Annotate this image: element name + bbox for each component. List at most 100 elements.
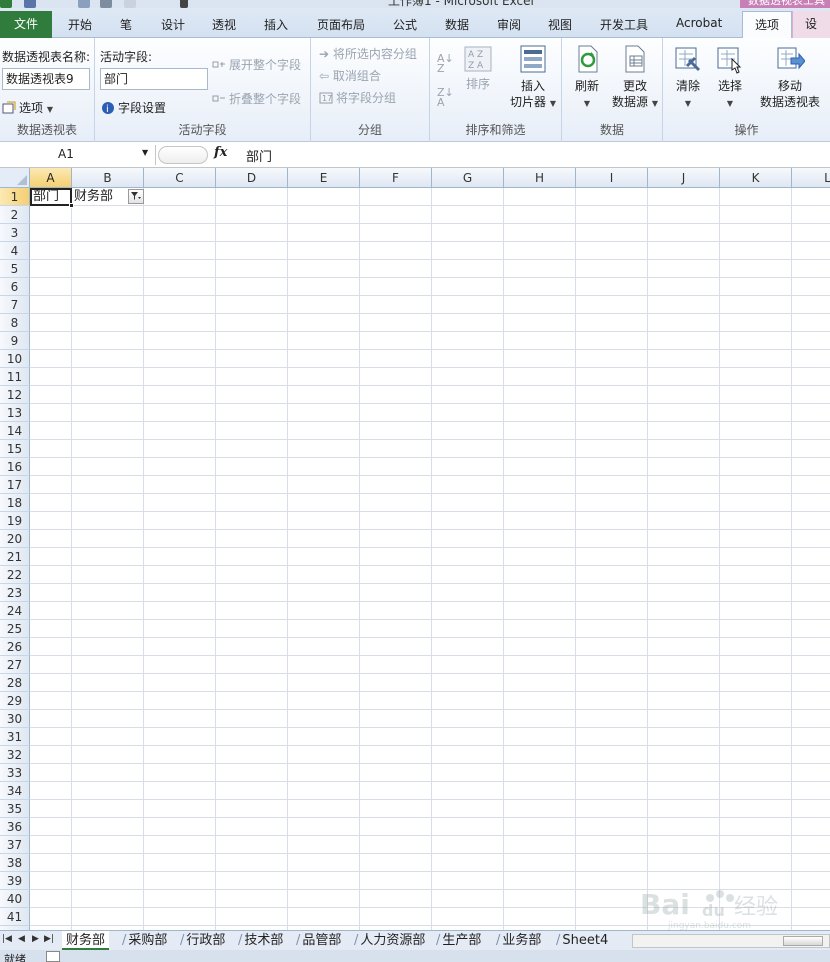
column-header-i[interactable]: I (576, 168, 648, 188)
tab-pivot-design[interactable]: 设计 (792, 11, 830, 57)
cell-gridlines[interactable] (30, 188, 830, 930)
row-header-36[interactable]: 36 (0, 818, 30, 836)
row-header-24[interactable]: 24 (0, 602, 30, 620)
row-header-6[interactable]: 6 (0, 278, 30, 296)
collapse-field-button[interactable]: 折叠整个字段 (212, 90, 301, 107)
next-sheet-icon[interactable]: ▶ (32, 934, 39, 944)
row-header-2[interactable]: 2 (0, 206, 30, 224)
column-header-k[interactable]: K (720, 168, 792, 188)
field-settings-button[interactable]: i 字段设置 (101, 99, 166, 116)
change-data-source-button[interactable]: 更改 数据源 ▼ (608, 44, 662, 112)
row-header-21[interactable]: 21 (0, 548, 30, 566)
tab-view[interactable]: 视图 (548, 16, 572, 33)
column-header-a[interactable]: A (30, 168, 72, 188)
select-button[interactable]: 选择 ▼ (711, 44, 749, 112)
expand-field-button[interactable]: 展开整个字段 (212, 56, 301, 73)
sheet-tab-1[interactable]: 财务部 (62, 931, 110, 950)
sheet-tab-5[interactable]: 品管部 (292, 931, 345, 950)
print-icon[interactable] (100, 0, 112, 8)
row-header-11[interactable]: 11 (0, 368, 30, 386)
sheet-tab-8[interactable]: 业务部 (492, 931, 545, 950)
column-header-j[interactable]: J (648, 168, 720, 188)
worksheet-grid[interactable]: ABCDEFGHIJKL 1 2 3 4 5 6 7 8 9 10 11 12 13 14 15 16 17 18… (0, 168, 830, 930)
customize-toolbar-icon[interactable] (180, 0, 188, 8)
select-all-corner[interactable] (0, 168, 30, 188)
row-header-9[interactable]: 9 (0, 332, 30, 350)
tab-review[interactable]: 审阅 (497, 16, 521, 33)
sheet-tab-4[interactable]: 技术部 (234, 931, 287, 950)
clear-button[interactable]: 清除 ▼ (669, 44, 707, 112)
tab-data[interactable]: 数据 (445, 16, 469, 33)
tab-formulas[interactable]: 公式 (393, 16, 417, 33)
tab-pivot[interactable]: 透视 (212, 16, 236, 33)
tab-developer[interactable]: 开发工具 (600, 16, 648, 33)
pivot-options-button[interactable]: 选项 ▼ (2, 99, 53, 116)
sort-za-button[interactable]: Z↓ A (437, 87, 454, 108)
pivot-name-input[interactable]: 数据透视表9 (2, 68, 90, 90)
sheet-tab-6[interactable]: 人力资源部 (350, 931, 429, 950)
previous-sheet-icon[interactable]: ◀ (18, 934, 25, 944)
row-header-13[interactable]: 13 (0, 404, 30, 422)
row-header-16[interactable]: 16 (0, 458, 30, 476)
tab-acrobat[interactable]: Acrobat (676, 16, 722, 30)
row-header-27[interactable]: 27 (0, 656, 30, 674)
tab-page-layout[interactable]: 页面布局 (317, 16, 365, 33)
row-header-37[interactable]: 37 (0, 836, 30, 854)
ungroup-button[interactable]: ⇦ 取消组合 (319, 67, 381, 84)
row-header-10[interactable]: 10 (0, 350, 30, 368)
tab-options[interactable]: 选项 (742, 11, 793, 39)
quick-access-toolbar[interactable] (0, 0, 200, 8)
column-header-g[interactable]: G (432, 168, 504, 188)
tab-file[interactable]: 文件 (0, 11, 52, 38)
new-document-icon[interactable] (124, 0, 136, 8)
horizontal-scrollbar[interactable] (632, 934, 830, 948)
row-header-25[interactable]: 25 (0, 620, 30, 638)
sort-az-button[interactable]: A↓ Z (437, 53, 454, 74)
print-preview-icon[interactable] (78, 0, 90, 8)
column-header-b[interactable]: B (72, 168, 144, 188)
group-field-button[interactable]: 17 将字段分组 (319, 89, 396, 106)
cell-a1[interactable]: 部门 (30, 188, 72, 206)
row-header-7[interactable]: 7 (0, 296, 30, 314)
row-header-14[interactable]: 14 (0, 422, 30, 440)
name-box[interactable]: A1 ▼ (0, 145, 156, 165)
last-sheet-icon[interactable]: ▶| (44, 934, 54, 944)
row-header-19[interactable]: 19 (0, 512, 30, 530)
row-header-31[interactable]: 31 (0, 728, 30, 746)
row-header-20[interactable]: 20 (0, 530, 30, 548)
sheet-tab-9[interactable]: Sheet4 (552, 931, 612, 950)
row-header-35[interactable]: 35 (0, 800, 30, 818)
column-header-d[interactable]: D (216, 168, 288, 188)
row-header-26[interactable]: 26 (0, 638, 30, 656)
group-selection-button[interactable]: ➔ 将所选内容分组 (319, 45, 417, 62)
move-pivottable-button[interactable]: 移动 数据透视表 (753, 44, 827, 110)
row-header-39[interactable]: 39 (0, 872, 30, 890)
first-sheet-icon[interactable]: |◀ (2, 934, 12, 944)
tab-pen[interactable]: 笔 (120, 16, 132, 33)
row-header-5[interactable]: 5 (0, 260, 30, 278)
filter-dropdown-button[interactable] (128, 189, 144, 204)
row-header-30[interactable]: 30 (0, 710, 30, 728)
column-header-f[interactable]: F (360, 168, 432, 188)
sort-button[interactable]: A ZZ A 排序 (460, 46, 496, 92)
row-header-23[interactable]: 23 (0, 584, 30, 602)
row-header-28[interactable]: 28 (0, 674, 30, 692)
scrollbar-thumb[interactable] (783, 936, 823, 946)
active-field-input[interactable]: 部门 (100, 68, 208, 90)
row-header-29[interactable]: 29 (0, 692, 30, 710)
sheet-tab-3[interactable]: 行政部 (176, 931, 229, 950)
tab-design-main[interactable]: 设计 (161, 16, 185, 33)
tab-home[interactable]: 开始 (68, 16, 92, 33)
macro-record-icon[interactable] (46, 951, 60, 962)
row-header-4[interactable]: 4 (0, 242, 30, 260)
formula-input[interactable]: 部门 (246, 146, 272, 165)
sheet-tab-7[interactable]: 生产部 (432, 931, 485, 950)
column-header-h[interactable]: H (504, 168, 576, 188)
row-header-8[interactable]: 8 (0, 314, 30, 332)
row-header-1[interactable]: 1 (0, 188, 30, 206)
row-header-41[interactable]: 41 (0, 908, 30, 926)
formula-bar-expander[interactable] (158, 146, 208, 164)
row-header-32[interactable]: 32 (0, 746, 30, 764)
refresh-button[interactable]: 刷新 ▼ (570, 44, 604, 112)
cell-b1[interactable]: 财务部 (74, 188, 113, 206)
